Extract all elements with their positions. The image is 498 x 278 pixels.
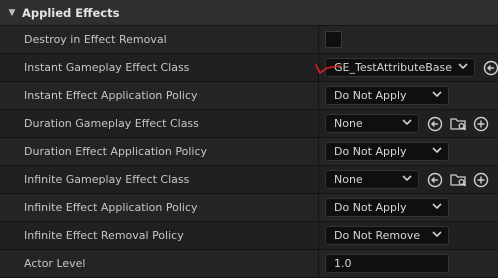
column-splitter[interactable] <box>318 110 319 137</box>
dropdown-value: None <box>334 173 363 186</box>
row-actor-level: Actor Level 1.0 <box>0 250 498 278</box>
property-label: Instant Effect Application Policy <box>24 89 198 102</box>
column-splitter[interactable] <box>318 26 319 53</box>
triangle-down-icon[interactable]: ▼ <box>2 8 22 18</box>
dropdown-value: Do Not Apply <box>334 89 407 102</box>
column-splitter[interactable] <box>318 82 319 109</box>
dropdown-value: GE_TestAttributeBased <box>334 61 452 74</box>
property-label: Actor Level <box>24 257 86 270</box>
details-rows: Destroy in Effect Removal Instant Gamepl… <box>0 26 498 278</box>
column-splitter[interactable] <box>318 222 319 249</box>
dropdown-value: Do Not Apply <box>334 201 407 214</box>
infinite-removal-policy-dropdown[interactable]: Do Not Remove <box>325 226 449 245</box>
chevron-down-icon <box>396 118 418 129</box>
instant-policy-dropdown[interactable]: Do Not Apply <box>325 86 449 105</box>
section-header[interactable]: ▼ Applied Effects <box>0 0 498 26</box>
chevron-down-icon <box>452 62 474 73</box>
dropdown-value: Do Not Remove <box>334 229 421 242</box>
chevron-down-icon <box>426 230 448 241</box>
property-label: Duration Effect Application Policy <box>24 145 208 158</box>
chevron-down-icon <box>396 174 418 185</box>
add-button[interactable] <box>471 114 491 134</box>
use-selected-asset-button[interactable] <box>425 114 445 134</box>
plus-circle-icon <box>473 116 489 131</box>
property-label: Destroy in Effect Removal <box>24 33 167 46</box>
chevron-down-icon <box>426 146 448 157</box>
dropdown-value: None <box>334 117 363 130</box>
instant-effect-class-dropdown[interactable]: GE_TestAttributeBased <box>325 58 475 77</box>
plus-circle-icon <box>473 172 489 187</box>
infinite-effect-class-dropdown[interactable]: None <box>325 170 419 189</box>
property-label: Duration Gameplay Effect Class <box>24 117 199 130</box>
arrow-left-circle-icon <box>427 116 443 131</box>
chevron-down-icon <box>426 202 448 213</box>
chevron-down-icon <box>426 90 448 101</box>
arrow-left-circle-icon <box>483 60 498 75</box>
browse-asset-button[interactable] <box>449 114 469 134</box>
destroy-in-effect-removal-checkbox[interactable] <box>325 31 342 48</box>
row-infinite-effect-removal-policy: Infinite Effect Removal Policy Do Not Re… <box>0 222 498 250</box>
column-splitter[interactable] <box>318 250 319 277</box>
row-infinite-gameplay-effect-class: Infinite Gameplay Effect Class None <box>0 166 498 194</box>
section-title: Applied Effects <box>22 5 120 20</box>
add-button[interactable] <box>471 170 491 190</box>
row-duration-gameplay-effect-class: Duration Gameplay Effect Class None <box>0 110 498 138</box>
annotation-mark <box>315 64 340 74</box>
property-label: Infinite Effect Removal Policy <box>24 229 184 242</box>
use-selected-asset-button[interactable] <box>481 58 498 78</box>
actor-level-input[interactable]: 1.0 <box>325 254 449 273</box>
folder-search-icon <box>450 117 466 130</box>
column-splitter[interactable] <box>318 194 319 221</box>
dropdown-value: Do Not Apply <box>334 145 407 158</box>
duration-effect-class-dropdown[interactable]: None <box>325 114 419 133</box>
row-instant-gameplay-effect-class: Instant Gameplay Effect Class GE_TestAtt… <box>0 54 498 82</box>
row-infinite-effect-application-policy: Infinite Effect Application Policy Do No… <box>0 194 498 222</box>
column-splitter[interactable] <box>318 138 319 165</box>
column-splitter[interactable] <box>318 166 319 193</box>
infinite-application-policy-dropdown[interactable]: Do Not Apply <box>325 198 449 217</box>
duration-policy-dropdown[interactable]: Do Not Apply <box>325 142 449 161</box>
use-selected-asset-button[interactable] <box>425 170 445 190</box>
row-duration-effect-application-policy: Duration Effect Application Policy Do No… <box>0 138 498 166</box>
property-label: Infinite Effect Application Policy <box>24 201 198 214</box>
property-label: Infinite Gameplay Effect Class <box>24 173 190 186</box>
property-label: Instant Gameplay Effect Class <box>24 61 190 74</box>
browse-asset-button[interactable] <box>449 170 469 190</box>
arrow-left-circle-icon <box>427 172 443 187</box>
row-instant-effect-application-policy: Instant Effect Application Policy Do Not… <box>0 82 498 110</box>
row-destroy-in-effect-removal: Destroy in Effect Removal <box>0 26 498 54</box>
folder-search-icon <box>450 173 466 186</box>
